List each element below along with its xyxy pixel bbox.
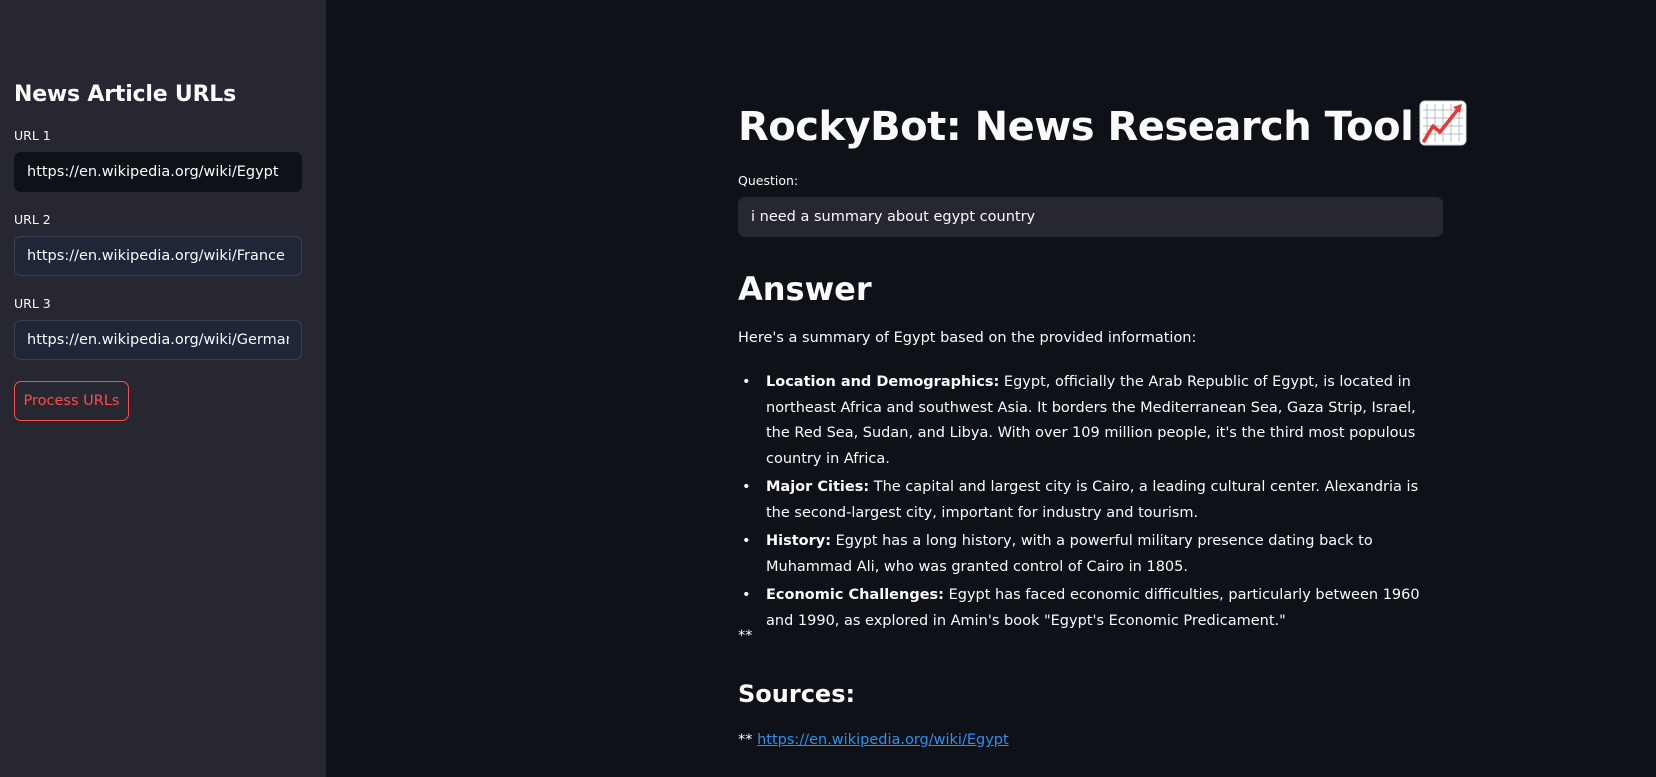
- url-2-label: URL 2: [14, 212, 51, 227]
- answer-footer-stars: **: [738, 628, 753, 644]
- answer-heading: Answer: [738, 270, 872, 308]
- page-title: RockyBot: News Research Tool: [738, 100, 1467, 150]
- process-urls-button[interactable]: Process URLs: [14, 381, 129, 421]
- question-label: Question:: [738, 173, 799, 188]
- url-2-input[interactable]: [14, 236, 302, 276]
- list-item: • Location and Demographics: Egypt, offic…: [742, 370, 1443, 472]
- source-link[interactable]: https://en.wikipedia.org/wiki/Egypt: [757, 732, 1009, 748]
- list-item: • History: Egypt has a long history, with…: [742, 529, 1443, 580]
- source-line: ** https://en.wikipedia.org/wiki/Egypt: [738, 732, 1009, 748]
- bullet-icon: •: [742, 533, 751, 549]
- sources-heading: Sources:: [738, 680, 856, 708]
- page-title-text: RockyBot: News Research Tool: [738, 104, 1414, 150]
- source-prefix: **: [738, 732, 758, 748]
- bullet-icon: •: [742, 479, 751, 495]
- list-item: • Economic Challenges: Egypt has faced ec…: [742, 583, 1443, 634]
- bullet-term: Location and Demographics:: [766, 374, 1000, 390]
- bullet-term: History:: [766, 533, 832, 549]
- app-root: News Article URLs URL 1 URL 2 URL 3 Proc…: [0, 0, 1656, 777]
- bullet-text: Egypt has a long history, with a powerfu…: [766, 533, 1373, 575]
- list-item: • Major Cities: The capital and largest c…: [742, 475, 1443, 526]
- bullet-term: Economic Challenges:: [766, 587, 944, 603]
- url-3-input[interactable]: [14, 320, 302, 360]
- sidebar-title: News Article URLs: [14, 82, 237, 107]
- url-1-label: URL 1: [14, 128, 51, 143]
- bullet-term: Major Cities:: [766, 479, 870, 495]
- question-input[interactable]: [738, 197, 1443, 237]
- answer-intro: Here's a summary of Egypt based on the p…: [738, 330, 1197, 346]
- url-3-label: URL 3: [14, 296, 51, 311]
- url-1-input[interactable]: [14, 152, 302, 192]
- bullet-icon: •: [742, 374, 751, 390]
- answer-list: • Location and Demographics: Egypt, offic…: [738, 370, 1443, 637]
- chart-increasing-icon: [1419, 100, 1467, 146]
- bullet-icon: •: [742, 587, 751, 603]
- sidebar: News Article URLs URL 1 URL 2 URL 3 Proc…: [0, 0, 326, 777]
